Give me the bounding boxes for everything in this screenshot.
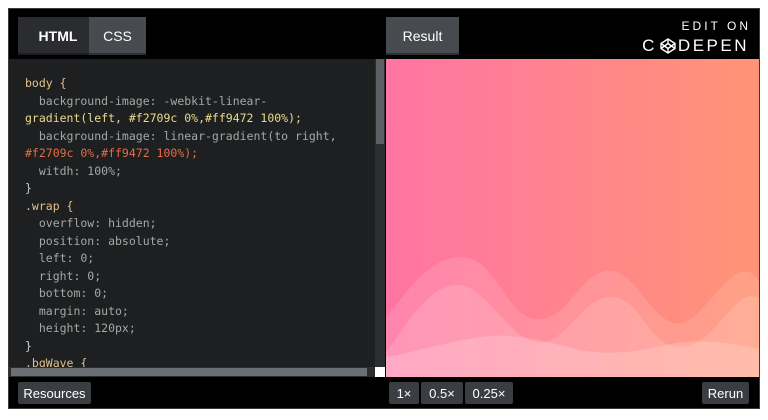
code-line: bottom: 0;: [25, 286, 109, 300]
code-line: left: 0;: [25, 251, 95, 265]
tab-result-label: Result: [402, 28, 443, 44]
rerun-button[interactable]: Rerun: [702, 382, 749, 404]
code-line: #f2709c 0%,#ff9472 100%);: [25, 146, 199, 160]
tab-html[interactable]: HTML: [18, 17, 98, 55]
tab-html-label: HTML: [38, 28, 78, 44]
code-line: background-image: linear-gradient(to rig…: [25, 128, 337, 143]
code-line: .wrap {: [25, 198, 74, 213]
horizontal-scroll-thumb[interactable]: [11, 368, 367, 376]
edit-on-codepen-link[interactable]: EDIT ON C DEPEN: [639, 19, 749, 59]
zoom-025x-button[interactable]: 0.25×: [465, 382, 513, 404]
codepen-embed: HTML CSS Result EDIT ON C DEPEN body {b…: [8, 8, 760, 409]
zoom-05x-button[interactable]: 0.5×: [421, 382, 463, 404]
code-line: witdh: 100%;: [25, 163, 122, 178]
code-line: position: absolute;: [25, 233, 171, 248]
brand-depen: DEPEN: [677, 36, 749, 55]
embed-header: HTML CSS Result EDIT ON C DEPEN: [9, 9, 759, 61]
zoom-1x-button[interactable]: 1×: [389, 382, 419, 404]
code-line: overflow: hidden;: [25, 216, 157, 230]
scroll-corner: [375, 367, 385, 377]
code-line: gradient(left, #f2709c 0%,#ff9472 100%);: [25, 111, 302, 125]
tab-css[interactable]: CSS: [89, 17, 146, 55]
vertical-scroll-thumb[interactable]: [376, 59, 384, 144]
code-line: height: 120px;: [25, 321, 136, 335]
brand-c: C: [642, 36, 657, 55]
code-line: }: [25, 181, 32, 195]
css-editor[interactable]: body { background-image: -webkit-linear-…: [9, 59, 385, 377]
code-line: }: [25, 338, 32, 353]
code-line: right: 0;: [25, 268, 102, 283]
code-line: margin: auto;: [25, 303, 129, 318]
codepen-cube-icon: [660, 38, 676, 54]
result-preview[interactable]: [386, 59, 759, 377]
brand-edit-on: EDIT ON: [681, 19, 751, 33]
tab-result[interactable]: Result: [386, 17, 459, 55]
css-code: body { background-image: -webkit-linear-…: [25, 75, 337, 373]
code-line: body {: [25, 76, 67, 90]
wave-graphic: [386, 257, 759, 377]
embed-footer: Resources 1× 0.5× 0.25× Rerun: [9, 377, 759, 408]
tab-css-label: CSS: [103, 28, 132, 44]
brand-codepen-wordmark: C DEPEN: [639, 36, 749, 56]
code-line: background-image: -webkit-linear-: [25, 93, 268, 108]
resources-button[interactable]: Resources: [18, 382, 91, 404]
